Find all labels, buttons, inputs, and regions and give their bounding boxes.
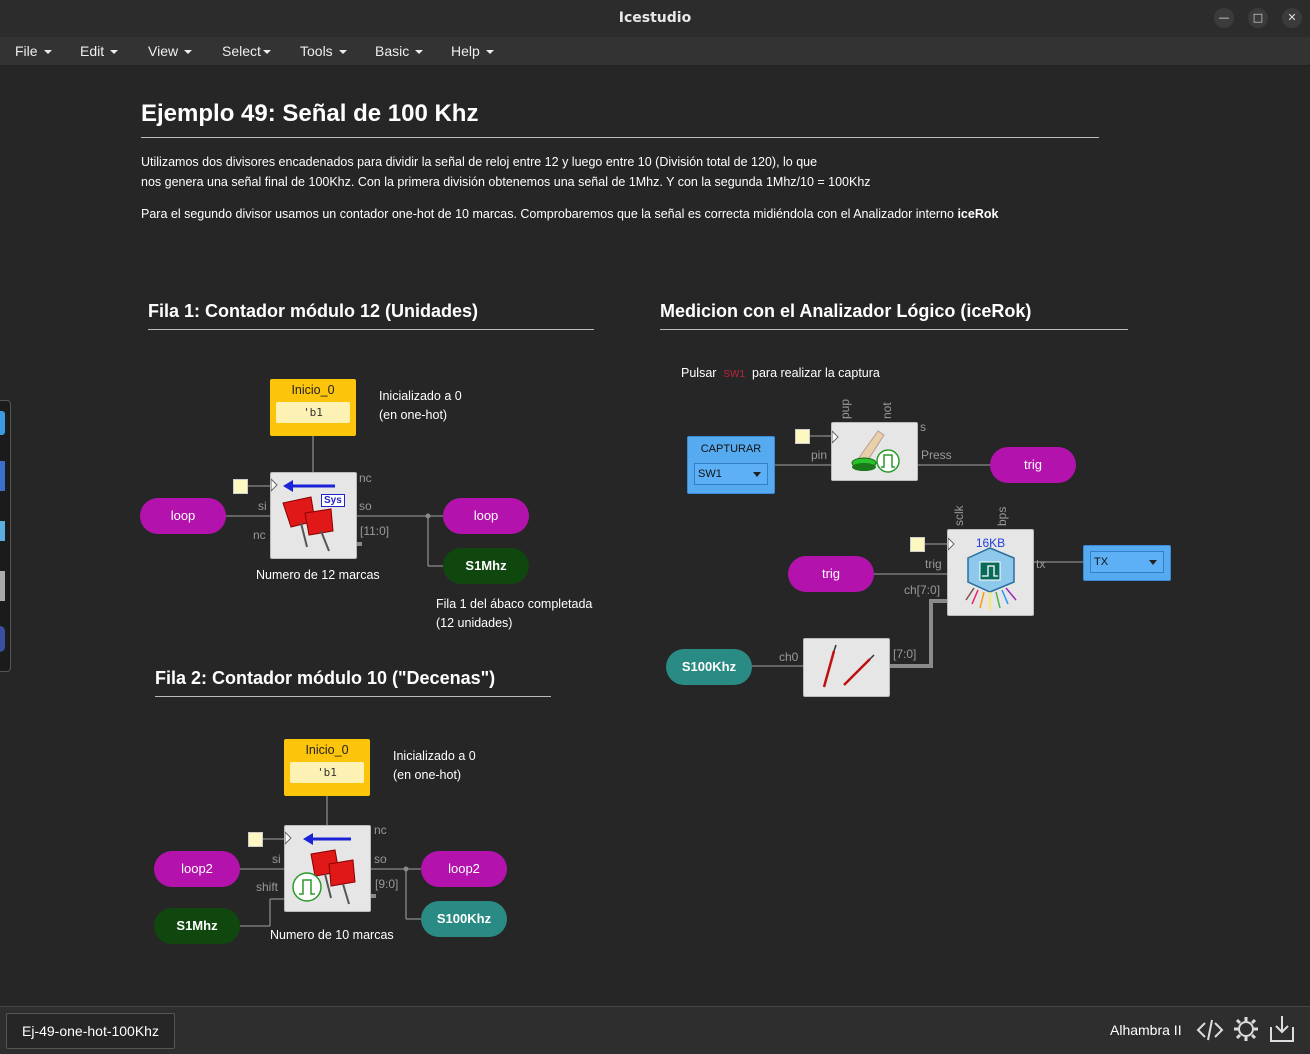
fila1-heading: Fila 1: Contador módulo 12 (Unidades) <box>148 301 479 321</box>
port-shift: shift <box>256 880 279 894</box>
port-sclk: sclk <box>952 505 966 526</box>
port-nc-left: nc <box>253 528 266 542</box>
fila2-block-caption: Numero de 10 marcas <box>270 928 394 942</box>
maximize-icon[interactable]: □ <box>1248 8 1268 28</box>
fila1-s1mhz-output[interactable]: S1Mhz <box>443 548 529 584</box>
sys-tag: Sys <box>321 494 345 507</box>
page-title: Ejemplo 49: Señal de 100 Khz <box>141 100 479 127</box>
menu-tools[interactable]: Tools <box>300 43 347 59</box>
board-name[interactable]: Alhambra II <box>1110 1022 1182 1038</box>
minimize-icon[interactable]: — <box>1214 8 1234 28</box>
port-nc-top: nc <box>359 471 372 485</box>
fila1-divider <box>148 329 594 330</box>
close-icon[interactable]: ✕ <box>1282 8 1302 28</box>
fila2-loop2-input[interactable]: loop2 <box>154 851 240 887</box>
fila2-shift-register-block[interactable] <box>284 825 371 912</box>
trig-output[interactable]: trig <box>990 447 1076 483</box>
pushpin-icon <box>270 477 335 552</box>
fila1-shift-register-block[interactable]: Sys <box>270 472 357 559</box>
port-nc: nc <box>374 823 387 837</box>
fila2-constant-block[interactable]: Inicio_0 'b1 <box>284 739 370 796</box>
tx-pin-select[interactable]: TX <box>1090 551 1164 573</box>
analyzer-hint: Pulsar SW1 para realizar la captura <box>681 366 880 380</box>
download-icon[interactable] <box>1268 1013 1296 1045</box>
port-so: so <box>374 852 387 866</box>
title-divider <box>141 137 1099 138</box>
port-pin: pin <box>811 448 828 462</box>
capture-name: CAPTURAR <box>700 443 762 455</box>
fila1-block-caption: Numero de 12 marcas <box>256 568 380 582</box>
probe-s100khz-input[interactable]: S100Khz <box>666 649 752 685</box>
port-s: s <box>920 420 926 434</box>
chevron-down-icon <box>753 472 761 477</box>
fila1-loop-output[interactable]: loop <box>443 498 529 534</box>
fila1-done-note: Fila 1 del ábaco completada (12 unidades) <box>436 597 593 630</box>
fila1-clock-checkbox[interactable] <box>233 479 248 494</box>
probe-icon <box>822 644 875 688</box>
menu-bar: File Edit View Select Tools Basic Help <box>0 37 1310 66</box>
analyzer-divider <box>660 329 1128 330</box>
fila2-s100khz-output[interactable]: S100Khz <box>421 901 507 937</box>
constant-value[interactable]: 'b1 <box>276 402 350 423</box>
port-bps: bps <box>995 506 1009 526</box>
design-canvas[interactable]: Ejemplo 49: Señal de 100 Khz Utilizamos … <box>0 66 1310 1006</box>
fila1-constant-block[interactable]: Inicio_0 'b1 <box>270 379 356 436</box>
pushpin-icon <box>284 830 356 905</box>
fila2-divider <box>155 696 551 697</box>
port-press: Press <box>921 448 952 462</box>
button-clock-checkbox[interactable] <box>795 429 810 444</box>
capture-input-block[interactable]: CAPTURAR SW1 <box>687 436 775 494</box>
button-block[interactable] <box>831 422 918 481</box>
fila1-loop-input[interactable]: loop <box>140 498 226 534</box>
port-tx: tx <box>1036 557 1046 571</box>
port-bus: [7:0] <box>893 647 917 661</box>
window-title: Icestudio <box>618 10 692 26</box>
rok-clock-checkbox[interactable] <box>910 537 925 552</box>
fila2-clock-checkbox[interactable] <box>248 832 263 847</box>
constant-name: Inicio_0 <box>291 383 335 397</box>
icerok-block[interactable]: 16KB <box>947 529 1034 616</box>
fila2-loop2-output[interactable]: loop2 <box>421 851 507 887</box>
tx-output-block[interactable]: TX <box>1083 545 1171 581</box>
rok-size: 16KB <box>975 536 1006 550</box>
fila2-s1mhz-input[interactable]: S1Mhz <box>154 908 240 944</box>
fila1-init-note: Inicializado a 0 (en one-hot) <box>379 389 462 422</box>
code-icon[interactable] <box>1196 1017 1224 1043</box>
menu-select[interactable]: Select <box>222 43 271 59</box>
port-ch0: ch0 <box>779 650 799 664</box>
description-paragraph-1: Utilizamos dos divisores encadenados par… <box>141 155 871 189</box>
port-si: si <box>272 852 281 866</box>
probe-block[interactable] <box>803 638 890 697</box>
fila2-init-note: Inicializado a 0 (en one-hot) <box>393 749 476 782</box>
fila2-heading: Fila 2: Contador módulo 10 ("Decenas") <box>155 668 496 688</box>
trig-input[interactable]: trig <box>788 556 874 592</box>
port-bus: [9:0] <box>375 877 399 891</box>
description-paragraph-2: Para el segundo divisor usamos un contad… <box>141 207 999 221</box>
capture-pin-select[interactable]: SW1 <box>694 463 768 485</box>
port-bus: [11:0] <box>360 524 390 538</box>
menu-basic[interactable]: Basic <box>375 43 424 59</box>
menu-help[interactable]: Help <box>451 43 494 59</box>
port-trig: trig <box>925 557 942 571</box>
menu-file[interactable]: File <box>15 43 52 59</box>
title-bar: Icestudio — □ ✕ <box>0 0 1310 38</box>
menu-edit[interactable]: Edit <box>80 43 119 59</box>
status-bar: Ej-49-one-hot-100Khz Alhambra II <box>0 1006 1310 1054</box>
constant-name: Inicio_0 <box>305 743 349 757</box>
collection-side-panel[interactable] <box>0 400 11 672</box>
chevron-down-icon <box>1149 560 1157 565</box>
constant-value[interactable]: 'b1 <box>290 762 364 783</box>
analyzer-heading: Medicion con el Analizador Lógico (iceRo… <box>660 301 1032 321</box>
port-not: not <box>880 402 894 419</box>
port-pup: pup <box>838 398 852 419</box>
port-so: so <box>359 499 372 513</box>
file-tab[interactable]: Ej-49-one-hot-100Khz <box>6 1013 175 1049</box>
gear-icon[interactable] <box>1232 1015 1260 1043</box>
menu-view[interactable]: View <box>148 43 193 59</box>
port-si: si <box>258 499 267 513</box>
port-ch: ch[7:0] <box>904 583 941 597</box>
push-button-icon <box>831 429 900 473</box>
